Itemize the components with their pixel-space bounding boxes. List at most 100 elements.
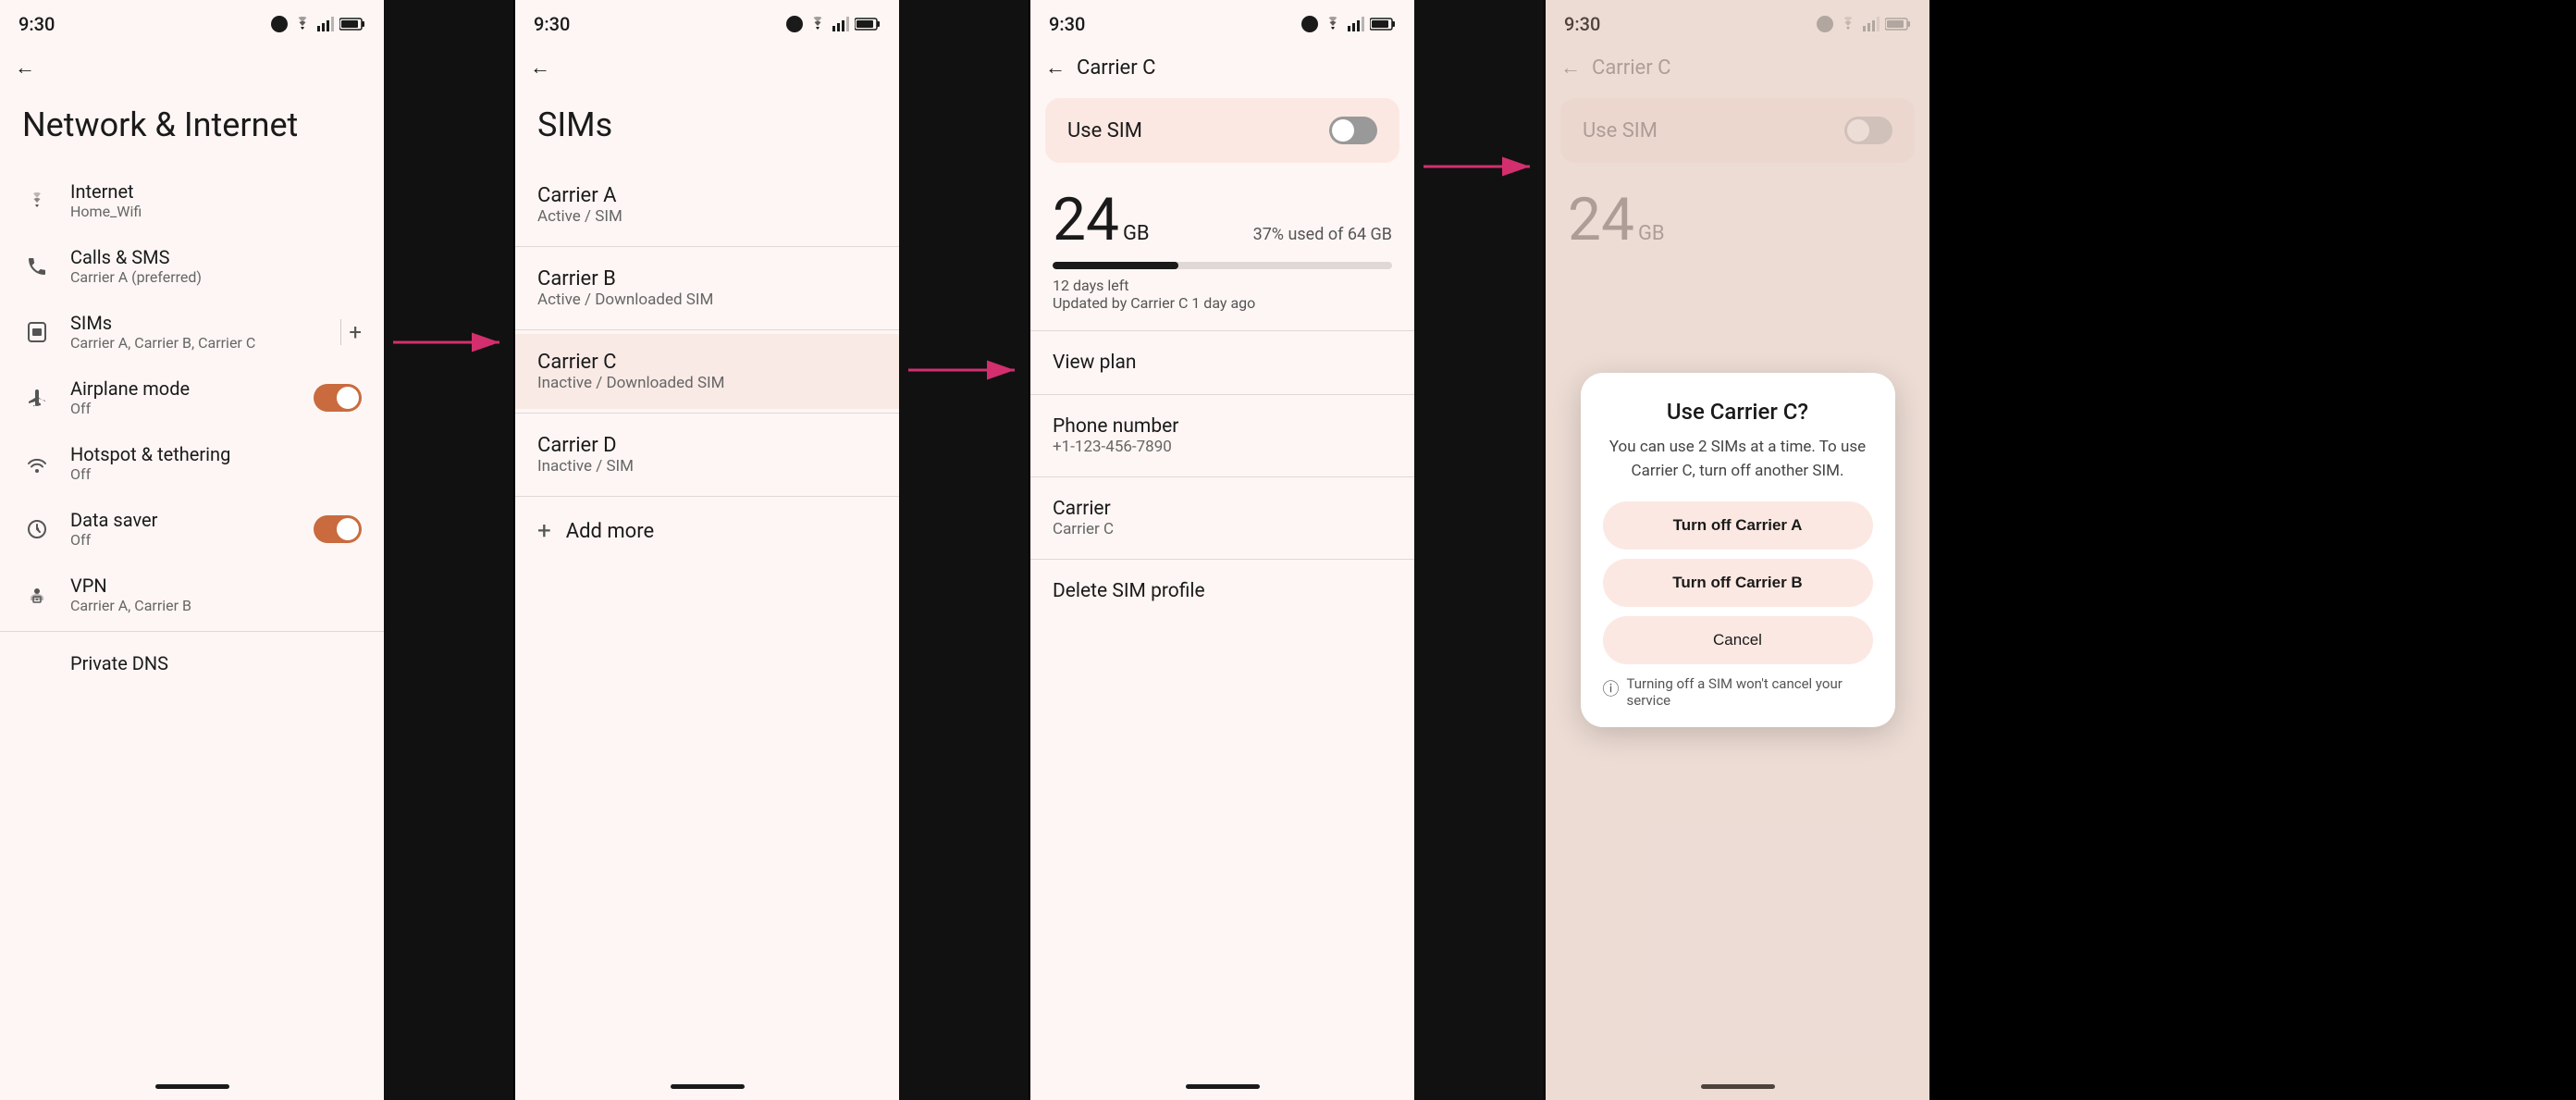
internet-content: Internet Home_Wifi xyxy=(70,180,362,220)
spacer-3 xyxy=(1414,0,1544,1100)
bottom-indicator-1 xyxy=(155,1084,229,1089)
phone-number-item[interactable]: Phone number +1-123-456-7890 xyxy=(1030,399,1414,473)
settings-item-dns[interactable]: Private DNS xyxy=(0,636,384,691)
vpn-content: VPN Carrier A, Carrier B xyxy=(70,575,362,614)
sim-icon xyxy=(22,317,52,347)
back-title-3: Carrier C xyxy=(1077,56,1155,80)
use-sim-label: Use SIM xyxy=(1067,119,1142,142)
datasaver-subtitle: Off xyxy=(70,531,295,549)
vpn-icon xyxy=(22,580,52,610)
calls-label: Calls & SMS xyxy=(70,246,362,268)
status-bar-1: 9:30 xyxy=(0,0,384,44)
add-more-icon: + xyxy=(537,517,551,545)
calls-content: Calls & SMS Carrier A (preferred) xyxy=(70,246,362,286)
battery-icon-2 xyxy=(855,17,881,31)
data-bar-fill xyxy=(1053,262,1178,269)
settings-item-vpn[interactable]: VPN Carrier A, Carrier B xyxy=(0,562,384,627)
arrow-1 xyxy=(384,0,513,1100)
carrier-d-status: Inactive / SIM xyxy=(537,457,877,476)
divider-cc xyxy=(515,413,899,414)
dialog-title: Use Carrier C? xyxy=(1603,399,1873,425)
cancel-button[interactable]: Cancel xyxy=(1603,616,1873,664)
carrier-value: Carrier C xyxy=(1053,520,1392,538)
settings-item-sims[interactable]: SIMs Carrier A, Carrier B, Carrier C + xyxy=(0,299,384,365)
airplane-content: Airplane mode Off xyxy=(70,377,295,417)
carrier-c-item[interactable]: Carrier C Inactive / Downloaded SIM xyxy=(515,334,899,409)
hotspot-label: Hotspot & tethering xyxy=(70,443,362,465)
turn-off-carrier-b-button[interactable]: Turn off Carrier B xyxy=(1603,559,1873,607)
divider-p3-1 xyxy=(1030,330,1414,331)
back-arrow-3[interactable]: ← xyxy=(1045,56,1066,80)
hotspot-icon xyxy=(22,449,52,478)
back-row-2[interactable]: ← xyxy=(515,44,899,91)
status-time-1: 9:30 xyxy=(18,13,55,35)
battery-icon-1 xyxy=(339,17,365,31)
phone-panel-network: 9:30 ← Network & Internet xyxy=(0,0,384,1100)
hotspot-subtitle: Off xyxy=(70,465,362,483)
wifi-icon xyxy=(22,186,52,216)
signal-icon-2 xyxy=(832,17,849,31)
status-icons-1 xyxy=(271,16,365,32)
carrier-label: Carrier xyxy=(1053,498,1392,520)
datasaver-content: Data saver Off xyxy=(70,509,295,549)
divider-p3-3 xyxy=(1030,476,1414,477)
airplane-right xyxy=(314,384,362,412)
signal-icon-3 xyxy=(1348,17,1364,31)
data-amount: 24 GB 37% used of 64 GB xyxy=(1053,185,1392,254)
carrier-b-status: Active / Downloaded SIM xyxy=(537,290,877,309)
divider-cd xyxy=(515,496,899,497)
carrier-a-item[interactable]: Carrier A Active / SIM xyxy=(515,167,899,242)
phone-number-value: +1-123-456-7890 xyxy=(1053,438,1392,456)
turn-off-carrier-a-button[interactable]: Turn off Carrier A xyxy=(1603,501,1873,550)
data-percent: 37% used of 64 GB xyxy=(1253,225,1392,244)
phone-icon xyxy=(22,252,52,281)
back-row-3[interactable]: ← Carrier C xyxy=(1030,44,1414,91)
airplane-toggle[interactable] xyxy=(314,384,362,412)
settings-item-datasaver[interactable]: Data saver Off xyxy=(0,496,384,562)
carrier-a-name: Carrier A xyxy=(537,184,877,207)
datasaver-label: Data saver xyxy=(70,509,295,531)
vpn-label: VPN xyxy=(70,575,362,597)
dns-content: Private DNS xyxy=(70,652,362,674)
sims-plus-icon[interactable]: + xyxy=(349,319,362,345)
back-arrow-2[interactable]: ← xyxy=(530,56,550,80)
status-icons-3 xyxy=(1301,16,1396,32)
status-time-3: 9:30 xyxy=(1049,13,1085,35)
datasaver-right xyxy=(314,515,362,543)
settings-item-calls[interactable]: Calls & SMS Carrier A (preferred) xyxy=(0,233,384,299)
dialog-note-text: Turning off a SIM won't cancel your serv… xyxy=(1627,675,1873,709)
carrier-c-name: Carrier C xyxy=(537,351,877,374)
back-row-1[interactable]: ← xyxy=(0,44,384,91)
use-carrier-dialog: Use Carrier C? You can use 2 SIMs at a t… xyxy=(1581,373,1895,727)
status-bar-3: 9:30 xyxy=(1030,0,1414,44)
carrier-a-status: Active / SIM xyxy=(537,207,877,226)
view-plan-item[interactable]: View plan xyxy=(1030,335,1414,390)
view-plan-label: View plan xyxy=(1053,352,1392,374)
carrier-d-item[interactable]: Carrier D Inactive / SIM xyxy=(515,417,899,492)
back-arrow-1[interactable]: ← xyxy=(15,56,35,80)
divider-1 xyxy=(0,631,384,632)
delete-sim-item[interactable]: Delete SIM profile xyxy=(1030,563,1414,619)
settings-item-airplane[interactable]: Airplane mode Off xyxy=(0,365,384,430)
phone-panel-carrier-c: 9:30 ← Carrier C Use S xyxy=(1030,0,1414,1100)
carrier-item[interactable]: Carrier Carrier C xyxy=(1030,481,1414,555)
camera-dot-1 xyxy=(271,16,288,32)
add-more-item[interactable]: + Add more xyxy=(515,501,899,562)
data-usage-section: 24 GB 37% used of 64 GB 12 days left Upd… xyxy=(1030,170,1414,327)
hotspot-content: Hotspot & tethering Off xyxy=(70,443,362,483)
page-title-2: SIMs xyxy=(515,91,899,167)
settings-item-internet[interactable]: Internet Home_Wifi xyxy=(0,167,384,233)
settings-item-hotspot[interactable]: Hotspot & tethering Off xyxy=(0,430,384,496)
sims-divider xyxy=(340,319,341,345)
carrier-b-name: Carrier B xyxy=(537,267,877,290)
use-sim-toggle[interactable] xyxy=(1329,117,1377,144)
carrier-b-item[interactable]: Carrier B Active / Downloaded SIM xyxy=(515,251,899,326)
data-bar-row xyxy=(1053,262,1392,269)
datasaver-toggle[interactable] xyxy=(314,515,362,543)
arrow-2 xyxy=(899,0,1029,1100)
info-icon: ⓘ xyxy=(1603,676,1620,700)
signal-icon-1 xyxy=(317,17,334,31)
use-sim-row[interactable]: Use SIM xyxy=(1045,98,1399,163)
wifi-icon-3 xyxy=(1324,17,1342,31)
divider-ca xyxy=(515,246,899,247)
